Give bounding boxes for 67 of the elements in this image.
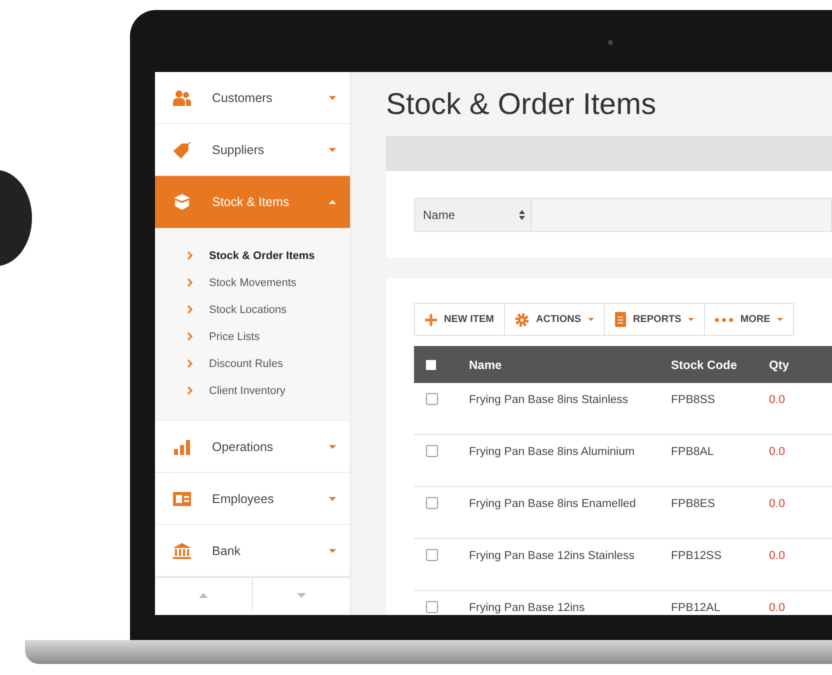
document-icon bbox=[615, 312, 626, 327]
select-all-checkbox[interactable] bbox=[426, 360, 436, 370]
sort-arrows-icon bbox=[519, 210, 525, 220]
toolbar-button[interactable]: ACTIONS bbox=[504, 303, 605, 336]
camera-icon bbox=[608, 40, 613, 45]
table-cell: Frying Pan Base 8ins Aluminium bbox=[469, 435, 671, 487]
table-cell: 0.0 bbox=[769, 383, 832, 435]
submenu-item[interactable]: Discount Rules bbox=[187, 350, 350, 377]
table-cell: FPB8SS bbox=[671, 383, 769, 435]
tag-icon bbox=[173, 142, 191, 158]
nav-item[interactable]: Customers bbox=[155, 72, 350, 124]
box-icon bbox=[173, 194, 191, 210]
caret-icon bbox=[329, 200, 336, 204]
chevron-icon bbox=[187, 278, 193, 287]
column-header: Stock Code bbox=[671, 346, 769, 383]
row-checkbox[interactable] bbox=[426, 549, 438, 561]
field-select[interactable]: Name bbox=[414, 198, 532, 232]
chevron-icon bbox=[187, 332, 193, 341]
search-field[interactable] bbox=[532, 198, 832, 232]
table-cell: Frying Pan Base 12ins Stainless bbox=[469, 539, 671, 591]
table-cell: 0.0 bbox=[769, 435, 832, 487]
dots-icon bbox=[715, 318, 734, 322]
people-icon bbox=[173, 90, 191, 106]
row-checkbox[interactable] bbox=[426, 445, 438, 457]
page-title: Stock & Order Items bbox=[386, 87, 658, 123]
chevron-icon bbox=[187, 386, 193, 395]
toolbar-button[interactable]: REPORTS bbox=[604, 303, 706, 336]
nav-item[interactable]: Operations bbox=[155, 421, 350, 473]
submenu-item[interactable]: Price Lists bbox=[187, 323, 350, 350]
table-cell: Frying Pan Base 8ins Stainless bbox=[469, 383, 671, 435]
caret-icon bbox=[777, 318, 784, 321]
table-cell: 0.0 bbox=[769, 487, 832, 539]
table-cell: 0.0 bbox=[769, 539, 832, 591]
bar-chart-icon bbox=[173, 438, 191, 454]
row-checkbox[interactable] bbox=[426, 497, 438, 509]
column-header: Name bbox=[469, 346, 671, 383]
submenu-item[interactable]: Stock Locations bbox=[187, 296, 350, 323]
row-checkbox[interactable] bbox=[426, 393, 438, 405]
submenu-item[interactable]: Stock Movements bbox=[187, 269, 350, 296]
gear-icon bbox=[515, 312, 529, 326]
toolbar-button[interactable]: MORE bbox=[704, 303, 794, 336]
up-arrow-icon bbox=[199, 592, 208, 598]
caret-icon bbox=[688, 318, 694, 321]
caret-icon bbox=[329, 148, 336, 152]
toolbar-button[interactable]: NEW ITEM bbox=[414, 303, 505, 336]
caret-icon bbox=[329, 548, 336, 552]
table-cell: FPB12SS bbox=[671, 539, 769, 591]
caret-icon bbox=[329, 496, 336, 500]
submenu-item[interactable]: Client Inventory bbox=[187, 377, 350, 404]
submenu-item[interactable]: Stock & Order Items bbox=[187, 242, 350, 269]
down-arrow-icon bbox=[297, 592, 306, 598]
chevron-icon bbox=[187, 251, 193, 260]
table-cell: FPB8AL bbox=[671, 435, 769, 487]
caret-icon bbox=[329, 444, 336, 448]
table-cell: FPB8ES bbox=[671, 487, 769, 539]
column-header: Qty bbox=[769, 346, 832, 383]
row-checkbox[interactable] bbox=[426, 601, 438, 613]
nav-item[interactable]: Bank bbox=[155, 525, 350, 577]
chevron-icon bbox=[187, 305, 193, 314]
caret-icon bbox=[329, 96, 336, 100]
chevron-icon bbox=[187, 359, 193, 368]
table-cell: Frying Pan Base 8ins Enamelled bbox=[469, 487, 671, 539]
bank-icon bbox=[173, 542, 191, 558]
plus-icon bbox=[425, 314, 437, 326]
caret-icon bbox=[588, 318, 594, 321]
nav-item[interactable]: Employees bbox=[155, 473, 350, 525]
id-card-icon bbox=[173, 490, 191, 506]
